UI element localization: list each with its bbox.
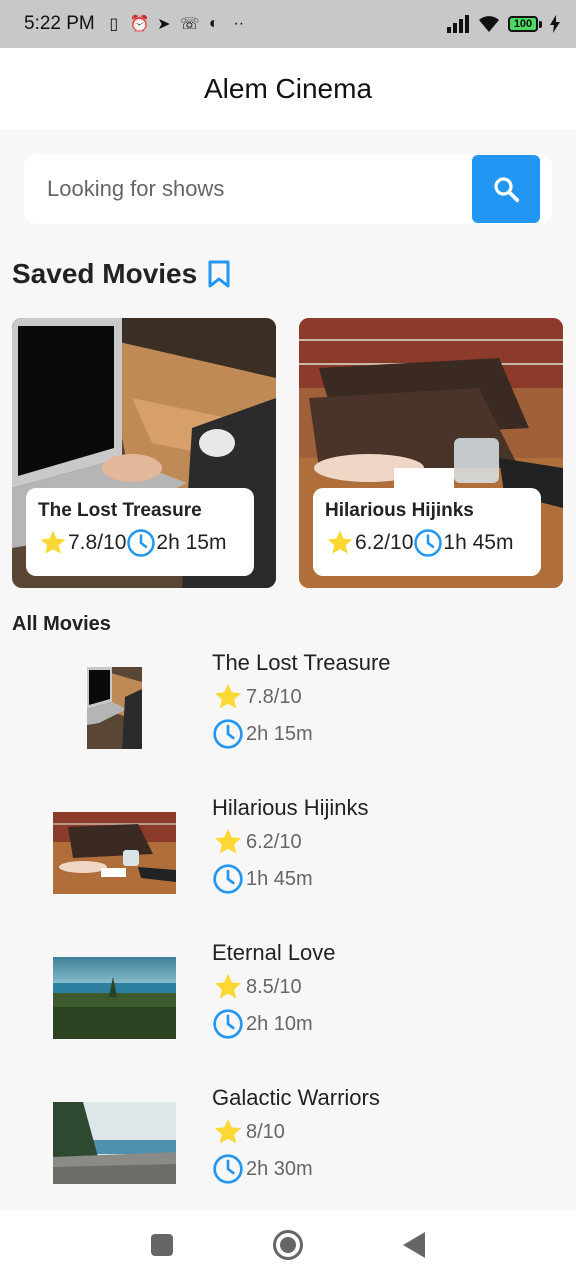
movie-thumbnail [53,957,176,1039]
clock-icon [414,529,443,557]
movie-rating: 8.5/10 [246,975,302,998]
clock-icon [213,1154,243,1184]
saved-movie-card[interactable]: The Lost Treasure 7.8/10 2h 15m [12,318,276,588]
movie-list-item[interactable]: Hilarious Hijinks 6.2/10 1h 45m [0,795,576,935]
movie-rating: 6.2/10 [246,830,302,853]
movie-title: Galactic Warriors [212,1085,380,1110]
status-time: 5:22 PM [24,13,95,34]
search-input[interactable] [24,154,472,224]
movie-text: Galactic Warriors 8/10 2h 30m [212,1085,380,1185]
telegram-icon: ➤ [157,16,171,33]
signal-icon [447,15,469,33]
movie-thumbnail [53,812,176,894]
movie-duration: 2h 30m [246,1157,313,1180]
movie-rating-line: 8.5/10 [212,972,336,1002]
saved-card-title: Hilarious Hijinks [325,500,474,521]
charging-icon [550,15,560,33]
search-button[interactable] [472,155,540,223]
saved-card-rating: 6.2/10 [355,531,414,554]
movie-title: The Lost Treasure [212,650,391,675]
star-icon [214,828,242,854]
movie-title: Eternal Love [212,940,336,965]
movie-duration: 2h 10m [246,1012,313,1035]
saved-card-duration: 2h 15m [156,531,227,554]
search-icon [494,177,520,203]
movie-text: Hilarious Hijinks 6.2/10 1h 45m [212,795,368,895]
battery-level: 100 [508,16,538,32]
clock-icon [213,1009,243,1039]
all-movies-title: All Movies [12,613,111,635]
saved-movie-card[interactable]: Hilarious Hijinks 6.2/10 1h 45m [299,318,563,588]
saved-movies-title: Saved Movies [12,258,198,289]
battery-icon: 100 [508,16,542,32]
missed-call-icon: ☏ [179,16,200,33]
movie-duration-line: 2h 10m [212,1008,336,1040]
status-right: 100 [446,15,560,33]
movie-rating-line: 7.8/10 [212,682,391,712]
bookmark-icon[interactable] [207,260,231,288]
movie-rating: 8/10 [246,1120,285,1143]
saved-movies-header: Saved Movies [12,258,231,290]
movie-text: The Lost Treasure 7.8/10 2h 15m [212,650,391,750]
back-button[interactable] [403,1232,425,1258]
movie-list-item[interactable]: The Lost Treasure 7.8/10 2h 15m [0,650,576,790]
movie-duration-line: 1h 45m [212,863,368,895]
notification-icons: ▯ ⏰ ➤ ☏ ◐ ·· [105,14,248,34]
saved-card-meta: 6.2/10 1h 45m [325,528,529,558]
app-title: Alem Cinema [203,73,373,104]
saved-card-info: The Lost Treasure 7.8/10 2h 15m [26,488,254,576]
movie-rating-line: 8/10 [212,1117,380,1147]
system-nav-bar [0,1210,576,1280]
vibrate-icon: ▯ [109,16,119,33]
movie-rating: 7.8/10 [246,685,302,708]
clock-icon [213,864,243,894]
movie-thumbnail [53,1102,176,1184]
movie-list-item[interactable]: Galactic Warriors 8/10 2h 30m [0,1085,576,1225]
clock-icon [127,529,156,557]
recents-button[interactable] [151,1234,173,1256]
data-saver-icon: ◐ [208,15,219,32]
saved-card-title: The Lost Treasure [38,500,202,521]
saved-card-rating: 7.8/10 [68,531,127,554]
saved-card-info: Hilarious Hijinks 6.2/10 1h 45m [313,488,541,576]
movie-title: Hilarious Hijinks [212,795,369,820]
movie-text: Eternal Love 8.5/10 2h 10m [212,940,336,1040]
star-icon [214,973,242,999]
saved-card-duration: 1h 45m [443,531,514,554]
status-left: 5:22 PM ▯ ⏰ ➤ ☏ ◐ ·· [24,13,248,35]
app-bar: Alem Cinema [0,48,576,130]
star-icon [214,683,242,709]
clock-icon [213,719,243,749]
star-icon [40,530,66,554]
star-icon [214,1118,242,1144]
movie-duration: 1h 45m [246,867,313,890]
home-button[interactable] [273,1230,303,1260]
search-box [24,154,552,224]
movie-duration-line: 2h 30m [212,1153,380,1185]
status-bar: 5:22 PM ▯ ⏰ ➤ ☏ ◐ ·· 100 [0,0,576,48]
movie-duration-line: 2h 15m [212,718,391,750]
movie-duration: 2h 15m [246,722,313,745]
wifi-icon [479,16,499,32]
more-dots-icon: ·· [233,15,245,32]
movie-rating-line: 6.2/10 [212,827,368,857]
star-icon [327,530,353,554]
saved-card-meta: 7.8/10 2h 15m [38,528,242,558]
alarm-icon: ⏰ [129,16,150,33]
movie-thumbnail [87,667,142,749]
movie-list-item[interactable]: Eternal Love 8.5/10 2h 10m [0,940,576,1080]
